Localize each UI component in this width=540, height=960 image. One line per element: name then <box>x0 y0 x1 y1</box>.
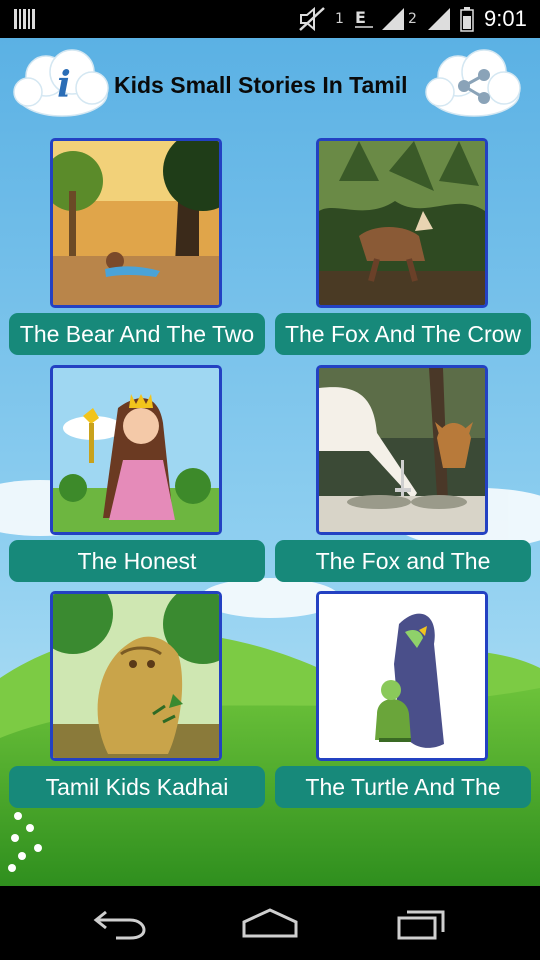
fox-stork-thumbnail[interactable] <box>316 365 488 535</box>
tree-character-thumbnail[interactable] <box>50 591 222 761</box>
back-button[interactable] <box>75 896 165 950</box>
bear-story-thumbnail[interactable] <box>50 138 222 308</box>
back-icon <box>93 910 146 940</box>
story-title[interactable]: The Honest <box>9 540 265 582</box>
story-title[interactable]: The Turtle And The <box>275 766 531 808</box>
app-screen: i Kids Small Stories In Tamil The Bear A… <box>0 38 540 886</box>
mute-icon <box>298 0 328 38</box>
data-icon: E <box>352 0 376 38</box>
story-title[interactable]: Tamil Kids Kadhai <box>9 766 265 808</box>
story-title[interactable]: The Bear And The Two <box>9 313 265 355</box>
story-card[interactable]: The Fox and The <box>275 365 531 593</box>
story-card[interactable]: The Turtle And The <box>275 591 531 819</box>
share-button[interactable] <box>424 48 524 120</box>
story-card[interactable]: The Fox And The Crow <box>275 138 531 366</box>
story-title[interactable]: The Fox and The <box>275 540 531 582</box>
signal-icon <box>426 0 452 38</box>
home-icon <box>242 908 298 938</box>
story-card[interactable]: Tamil Kids Kadhai <box>9 591 265 819</box>
honest-woodcutter-thumbnail[interactable] <box>50 365 222 535</box>
status-bar: 1 E 2 9:01 <box>0 0 540 38</box>
story-card[interactable]: The Bear And The Two <box>9 138 265 366</box>
story-title[interactable]: The Fox And The Crow <box>275 313 531 355</box>
home-button[interactable] <box>225 896 315 950</box>
signal-icon <box>380 0 406 38</box>
clock: 9:01 <box>484 6 527 31</box>
battery-icon <box>460 0 474 38</box>
page-title: Kids Small Stories In Tamil <box>114 72 408 98</box>
barcode-icon <box>14 0 36 38</box>
info-icon: i <box>57 64 71 106</box>
navigation-bar <box>0 886 540 960</box>
fox-crow-thumbnail[interactable] <box>316 138 488 308</box>
recent-apps-icon <box>397 910 445 940</box>
info-button[interactable]: i <box>12 48 112 120</box>
sim2-indicator: 2 <box>408 11 417 27</box>
turtle-bird-thumbnail[interactable] <box>316 591 488 761</box>
recent-apps-button[interactable] <box>376 896 466 950</box>
sim1-indicator: 1 <box>335 11 344 27</box>
story-card[interactable]: The Honest <box>9 365 265 593</box>
svg-text:E: E <box>355 8 366 27</box>
